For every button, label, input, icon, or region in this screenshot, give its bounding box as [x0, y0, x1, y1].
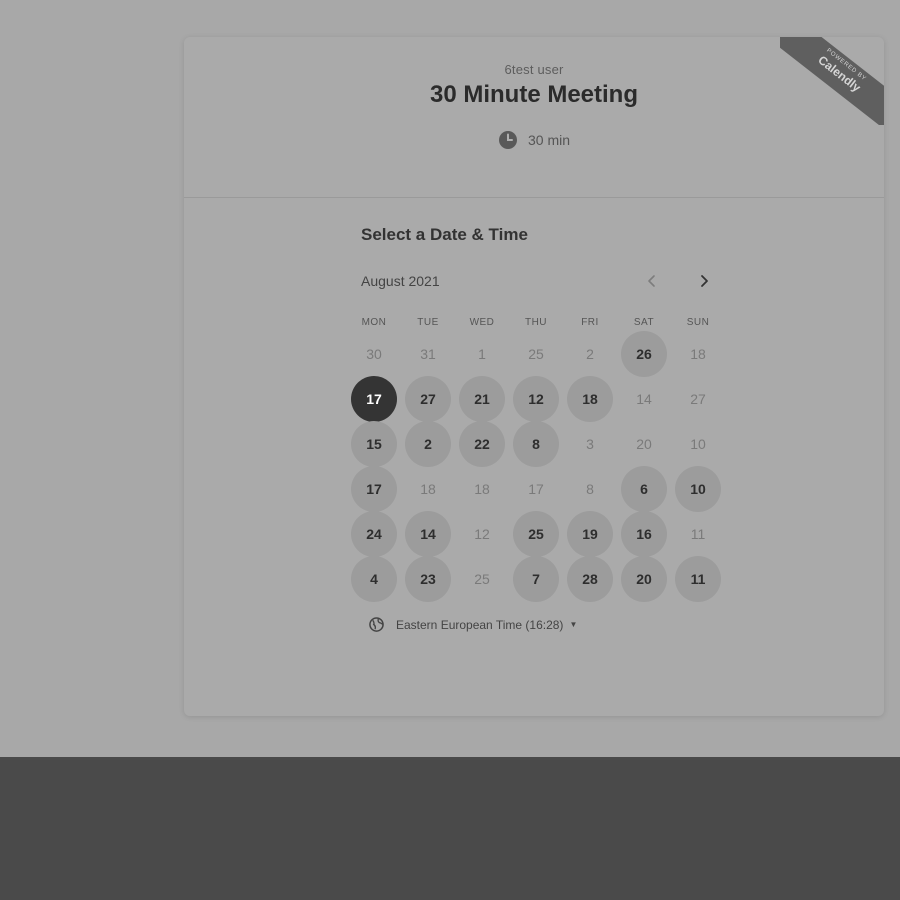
- chevron-right-icon: [701, 275, 708, 287]
- caret-down-icon: ▼: [569, 620, 578, 629]
- unavailable-date-cell: 3: [586, 436, 594, 452]
- timezone-selector[interactable]: Eastern European Time (16:28) ▼: [369, 617, 577, 632]
- available-date-cell[interactable]: 20: [621, 556, 667, 602]
- unavailable-date-cell: 18: [474, 481, 490, 497]
- available-date-cell[interactable]: 16: [621, 511, 667, 557]
- unavailable-date-cell: 17: [528, 481, 544, 497]
- month-label: August 2021: [361, 273, 440, 289]
- event-duration: 30 min: [184, 130, 884, 150]
- available-date-cell[interactable]: 10: [675, 466, 721, 512]
- unavailable-date-cell: 18: [690, 346, 706, 362]
- event-header: 6test user 30 Minute Meeting 30 min: [184, 37, 884, 198]
- chevron-left-icon: [648, 275, 655, 287]
- weekday-label: WED: [469, 317, 495, 328]
- unavailable-date-cell: 20: [636, 436, 652, 452]
- available-date-cell[interactable]: 19: [567, 511, 613, 557]
- unavailable-date-cell: 8: [586, 481, 594, 497]
- powered-by-label: POWERED BY: [825, 47, 868, 83]
- previous-month-button[interactable]: [638, 267, 666, 295]
- weekday-label: FRI: [581, 317, 599, 328]
- unavailable-date-cell: 30: [366, 346, 382, 362]
- available-date-cell[interactable]: 7: [513, 556, 559, 602]
- weekday-label: THU: [524, 317, 548, 328]
- organizer-name: 6test user: [504, 62, 564, 77]
- clock-icon: [498, 130, 518, 150]
- unavailable-date-cell: 2: [586, 346, 594, 362]
- globe-icon: [369, 617, 384, 632]
- available-date-cell[interactable]: 28: [567, 556, 613, 602]
- powered-by-badge[interactable]: POWERED BY Calendly: [780, 37, 884, 125]
- available-date-cell[interactable]: 26: [621, 331, 667, 377]
- unavailable-date-cell: 12: [474, 526, 490, 542]
- unavailable-date-cell: 1: [478, 346, 486, 362]
- weekday-label: MON: [361, 317, 387, 328]
- available-date-cell[interactable]: 17: [351, 466, 397, 512]
- event-title: 30 Minute Meeting: [429, 81, 639, 108]
- available-date-cell[interactable]: 4: [351, 556, 397, 602]
- next-month-button[interactable]: [690, 267, 718, 295]
- booking-card: 6test user 30 Minute Meeting 30 min POWE…: [184, 37, 884, 716]
- unavailable-date-cell: 25: [474, 571, 490, 587]
- available-date-cell[interactable]: 22: [459, 421, 505, 467]
- available-date-cell[interactable]: 18: [567, 376, 613, 422]
- weekday-label: SAT: [633, 317, 655, 328]
- weekday-label: SUN: [686, 317, 710, 328]
- timezone-label: Eastern European Time (16:28): [396, 617, 564, 632]
- selected-date-cell[interactable]: 17: [351, 376, 397, 422]
- unavailable-date-cell: 14: [636, 391, 652, 407]
- unavailable-date-cell: 18: [420, 481, 436, 497]
- available-date-cell[interactable]: 27: [405, 376, 451, 422]
- duration-label: 30 min: [527, 132, 571, 148]
- page-footer-band: [0, 757, 900, 900]
- unavailable-date-cell: 10: [690, 436, 706, 452]
- unavailable-date-cell: 11: [690, 526, 706, 542]
- available-date-cell[interactable]: 21: [459, 376, 505, 422]
- available-date-cell[interactable]: 11: [675, 556, 721, 602]
- available-date-cell[interactable]: 24: [351, 511, 397, 557]
- weekday-label: TUE: [417, 317, 439, 328]
- available-date-cell[interactable]: 6: [621, 466, 667, 512]
- available-date-cell[interactable]: 12: [513, 376, 559, 422]
- powered-by-ribbon[interactable]: POWERED BY Calendly: [780, 37, 884, 125]
- section-title: Select a Date & Time: [361, 225, 528, 244]
- unavailable-date-cell: 25: [528, 346, 544, 362]
- available-date-cell[interactable]: 14: [405, 511, 451, 557]
- unavailable-date-cell: 27: [690, 391, 706, 407]
- available-date-cell[interactable]: 2: [405, 421, 451, 467]
- available-date-cell[interactable]: 15: [351, 421, 397, 467]
- available-date-cell[interactable]: 25: [513, 511, 559, 557]
- available-date-cell[interactable]: 8: [513, 421, 559, 467]
- unavailable-date-cell: 31: [420, 346, 436, 362]
- available-date-cell[interactable]: 23: [405, 556, 451, 602]
